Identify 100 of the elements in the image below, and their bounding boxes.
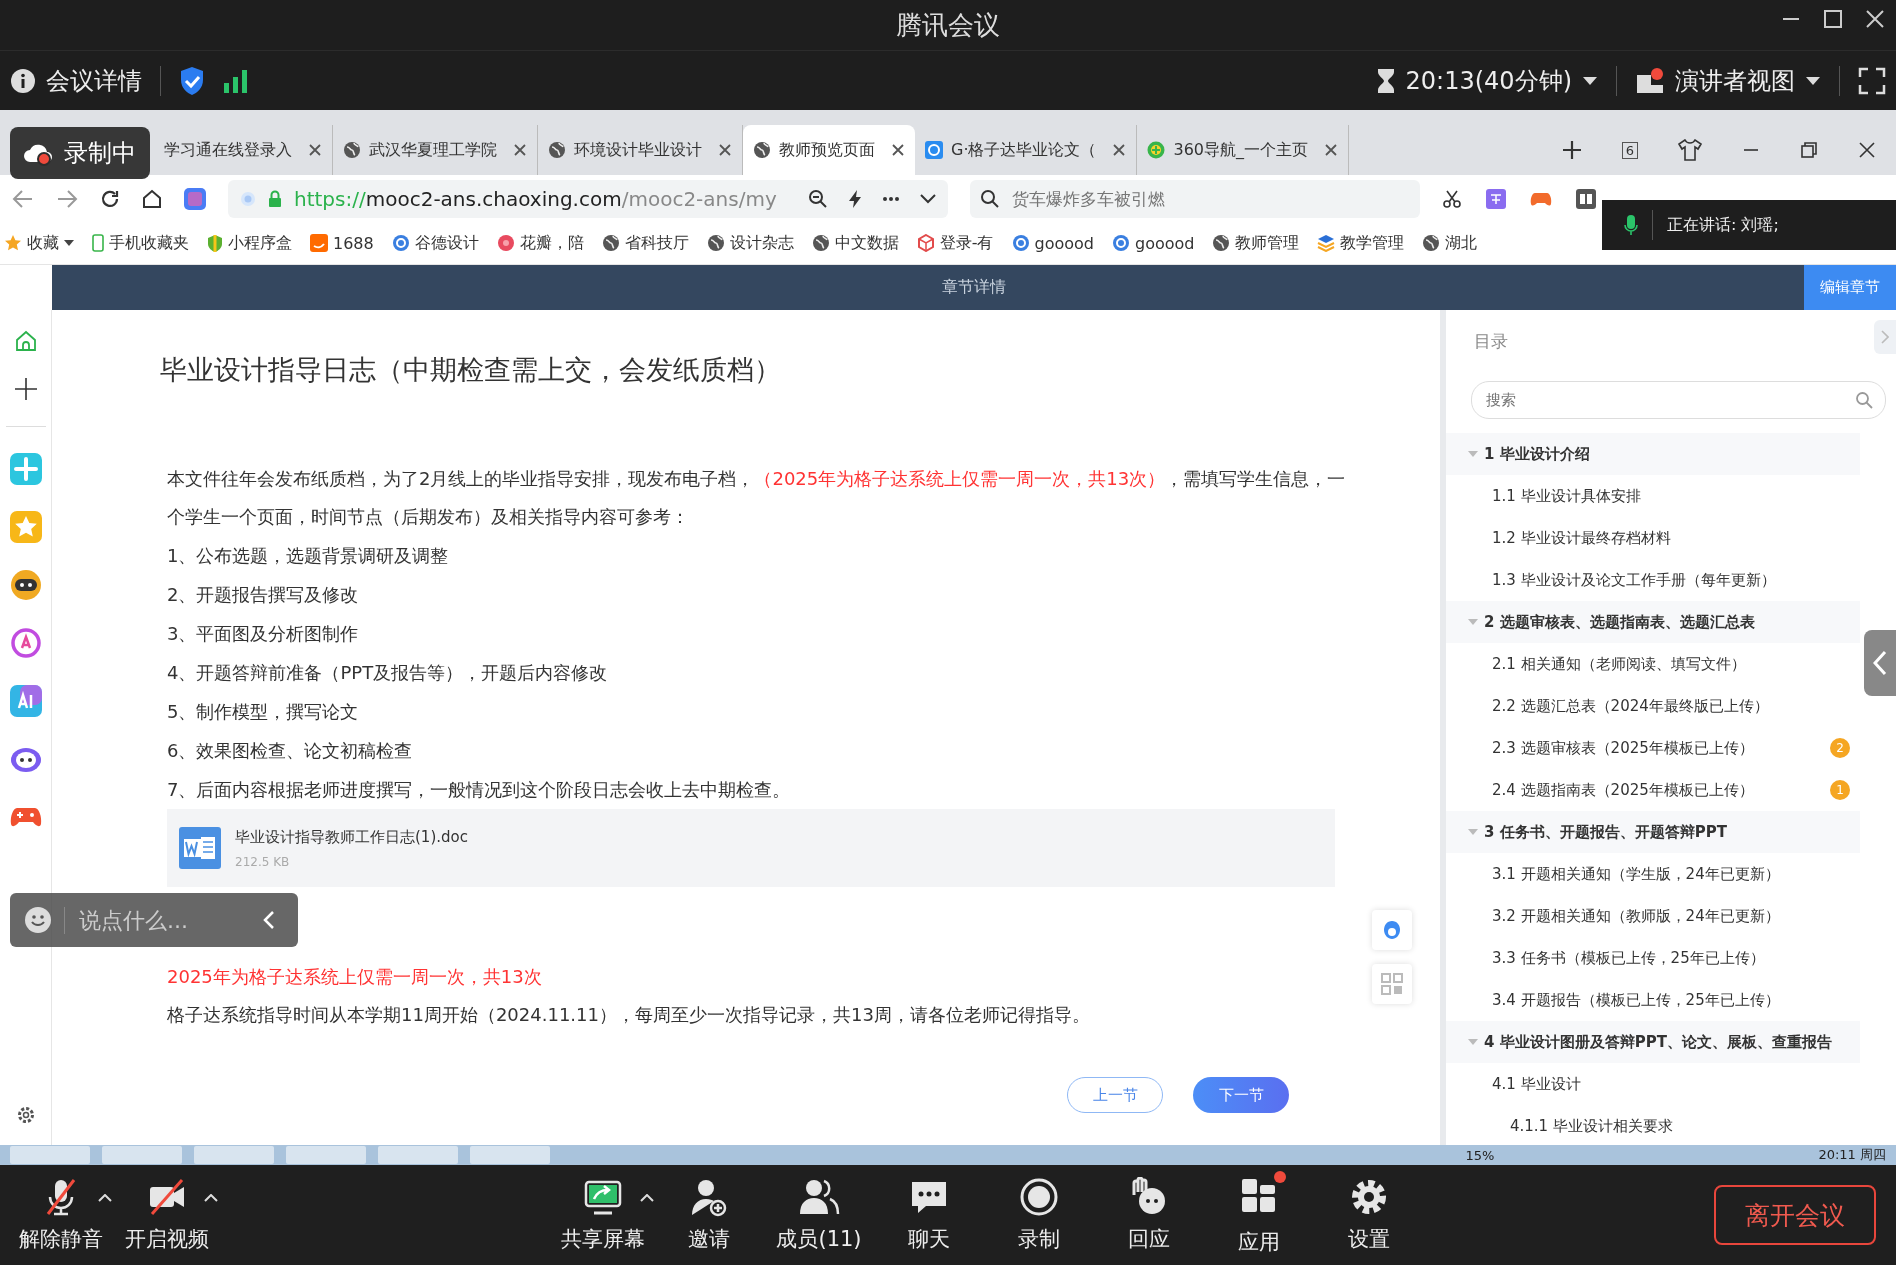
chat-input[interactable]: 说点什么... [64,906,251,934]
caret-icon[interactable] [1582,75,1598,86]
lightning-icon[interactable] [848,188,862,209]
browser-tab[interactable]: 教师预览页面 [743,125,915,175]
caret-icon[interactable] [64,240,74,246]
toolbar-button[interactable]: 设置 [1314,1176,1424,1254]
toc-item[interactable]: 2.4 选题指南表（2025年模板已上传） 1 [1446,769,1860,811]
ai-ring-app-icon[interactable] [9,627,42,659]
bookmark-link[interactable]: 收藏 [27,232,59,254]
toc-item[interactable]: 1.2 毕业设计最终存档材料 [1446,517,1860,559]
scissors-icon[interactable] [1442,188,1462,209]
tab-count[interactable]: 6 [1621,141,1638,159]
list-item: 3、平面图及分析图制作 [167,622,360,646]
robot-app-icon[interactable] [9,569,42,601]
close-icon[interactable] [308,143,322,157]
ai-badge-icon[interactable] [184,187,206,210]
close-icon[interactable] [1858,141,1876,159]
bookmark-link[interactable]: 花瓣，陪 [519,232,584,254]
settings-icon[interactable] [15,1105,36,1125]
view-mode-label[interactable]: 演讲者视图 [1675,64,1795,97]
shirt-icon[interactable] [1678,139,1702,161]
plus-icon[interactable] [14,378,37,400]
toc-item[interactable]: 1.3 毕业设计及论文工作手册（每年更新） [1446,559,1860,601]
close-icon[interactable] [513,143,527,157]
translate-icon[interactable] [1486,188,1506,209]
restore-icon[interactable] [1800,141,1818,159]
bookmark-link[interactable]: 湖北 [1445,232,1478,254]
caret-up-icon[interactable] [640,1194,654,1202]
toc-item[interactable]: 3.2 开题相关通知（教师版，24年已更新） [1446,895,1860,937]
zoom-icon[interactable] [808,188,828,209]
chat-input-bar[interactable]: 说点什么... [10,893,298,947]
side-panel-toggle[interactable] [1864,630,1896,696]
leave-meeting-button[interactable]: 离开会议 [1714,1185,1876,1245]
close-icon[interactable] [1112,143,1127,157]
bookmark-link[interactable]: 小程序盒 [228,232,292,254]
reload-icon[interactable] [100,188,120,209]
caret-up-icon[interactable] [204,1194,218,1202]
attachment-card[interactable]: 毕业设计指导教师工作日志(1).doc 212.5 KB [167,809,1335,887]
bookmark-link[interactable]: 省科技厅 [624,232,689,254]
more-icon[interactable] [882,195,900,202]
caret-up-icon[interactable] [98,1194,112,1202]
info-icon[interactable] [10,67,36,94]
toc-item[interactable]: 3.3 任务书（模板已上传，25年已上传） [1446,937,1860,979]
bookmark-link[interactable]: 1688 [333,233,374,253]
toc-item[interactable]: 3.4 开题报告（模板已上传，25年已上传） [1446,979,1860,1021]
caret-icon[interactable] [1805,75,1821,86]
bookmark-link[interactable]: 登录-有 [939,232,994,254]
toolbar-button[interactable]: 聊天 [874,1176,984,1254]
toc-section[interactable]: 2 选题审核表、选题指南表、选题汇总表 [1446,601,1860,643]
toolbar-button[interactable]: 成员(11) [764,1176,874,1254]
bookmark-link[interactable]: gooood [1134,233,1195,253]
assistant-button[interactable] [1372,910,1412,950]
home-icon[interactable] [142,188,162,209]
toc-section[interactable]: 1 毕业设计介绍 [1446,433,1860,475]
chevron-left-icon[interactable] [263,910,275,930]
bookmark-link[interactable]: gooood [1034,233,1094,253]
toc-item[interactable]: 2.3 选题审核表（2025年模板已上传） 2 [1446,727,1860,769]
toc-section[interactable]: 4 毕业设计图册及答辩PPT、论文、展板、查重报告 [1446,1021,1860,1063]
toc-item[interactable]: 2.2 选题汇总表（2024年最终版已上传） [1446,685,1860,727]
toc-search-field[interactable]: 搜索 [1471,381,1886,419]
bookmark-link[interactable]: 中文数据 [834,232,899,254]
bookmark-link[interactable]: 教学管理 [1340,232,1405,254]
previous-section-button[interactable]: 上一节 [1067,1077,1163,1113]
toc-item[interactable]: 3.1 开题相关通知（学生版，24年已更新） [1446,853,1860,895]
new-tab-icon[interactable] [1561,140,1582,160]
bookmark-link[interactable]: 手机收藏夹 [109,232,189,254]
toc-section[interactable]: 3 任务书、开题报告、开题答辩PPT [1446,811,1860,853]
toc-item[interactable]: 1.1 毕业设计具体安排 [1446,475,1860,517]
toolbar-button[interactable]: 回应 [1094,1176,1204,1254]
search-field[interactable]: 货车爆炸多车被引燃 [970,179,1420,218]
toc-item[interactable]: 2.1 相关通知（老师阅读、填写文件） [1446,643,1860,685]
presenter-view-icon[interactable] [1635,66,1665,95]
close-icon[interactable] [1324,143,1339,157]
reader-icon[interactable] [1576,188,1596,209]
star-app-icon[interactable] [9,511,42,543]
toolbar-button[interactable]: 录制 [984,1176,1094,1254]
attachment-name[interactable]: 毕业设计指导教师工作日志(1).doc [235,827,468,847]
bookmark-link[interactable]: 设计杂志 [729,232,794,254]
next-section-button[interactable]: 下一节 [1193,1077,1289,1113]
smiley-icon[interactable] [24,906,52,934]
toc-item[interactable]: 4.1.1 毕业设计相关要求 [1446,1105,1860,1145]
close-icon[interactable] [891,143,905,157]
shield-icon[interactable] [179,65,205,96]
globe-icon [811,234,830,252]
back-icon[interactable] [12,188,34,209]
maximize-icon[interactable] [1822,8,1844,30]
address-bar[interactable]: https://mooc2-ans.chaoxing.com/mooc2-ans/my [228,179,948,218]
meeting-details-label[interactable]: 会议详情 [46,64,142,97]
chevron-down-icon[interactable] [920,193,936,204]
close-icon[interactable] [718,143,732,157]
toc-item[interactable]: 4.1 毕业设计 [1446,1063,1860,1105]
fullscreen-icon[interactable] [1858,66,1886,95]
ring-icon [1111,234,1130,252]
close-icon[interactable] [1864,8,1886,30]
forward-icon[interactable] [56,188,78,209]
bookmark-link[interactable]: 教师管理 [1235,232,1300,254]
toolbar-button[interactable]: 应用 [1204,1173,1314,1257]
bookmark-link[interactable]: 谷德设计 [414,232,479,254]
ai-square-app-icon[interactable] [9,685,42,717]
search-input[interactable]: 货车爆炸多车被引燃 [1010,187,1394,210]
